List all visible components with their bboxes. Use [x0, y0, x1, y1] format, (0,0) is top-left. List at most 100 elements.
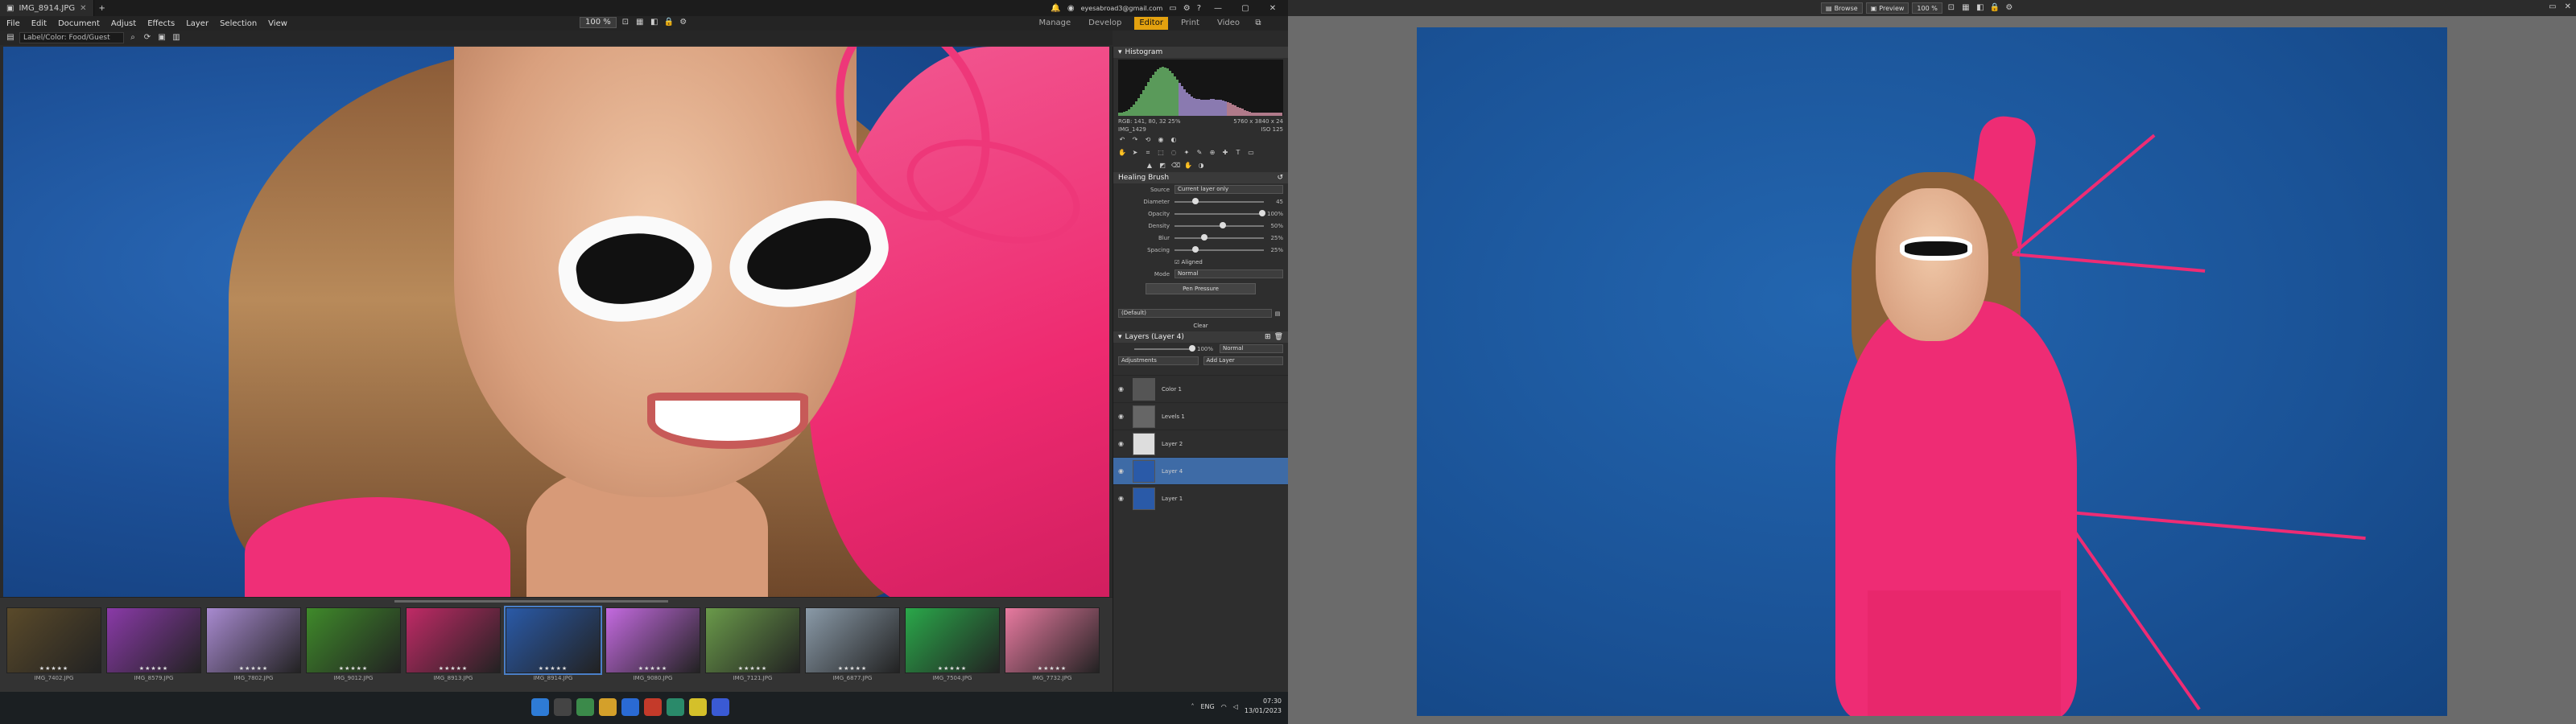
bell-icon[interactable]: 🔔: [1051, 4, 1060, 13]
filmstrip-thumb[interactable]: ★★★★★ IMG_9080.JPG: [605, 607, 700, 688]
compare-icon[interactable]: ◧: [649, 17, 660, 28]
rating-stars[interactable]: ★★★★★: [239, 665, 268, 672]
filmstrip-thumb[interactable]: ★★★★★ IMG_8914.JPG: [504, 606, 602, 688]
eye-icon[interactable]: ◉: [1118, 495, 1126, 502]
photo-app[interactable]: [712, 698, 729, 716]
tab-video[interactable]: Video: [1212, 17, 1245, 30]
filmstrip-thumb[interactable]: ★★★★★ IMG_8579.JPG: [106, 607, 201, 688]
rating-stars[interactable]: ★★★★★: [638, 665, 667, 672]
aligned-checkbox[interactable]: ☑: [1174, 259, 1179, 265]
compare-view-icon[interactable]: ◐: [1170, 136, 1178, 144]
user-icon[interactable]: ◉: [1067, 4, 1075, 13]
add-layer-button[interactable]: Add Layer: [1203, 356, 1283, 365]
preview-button[interactable]: ▣ Preview: [1865, 2, 1909, 14]
maximize-button[interactable]: ▢: [1235, 4, 1256, 13]
tab-develop[interactable]: Develop: [1084, 17, 1126, 30]
collapse-layers-icon[interactable]: ▾: [1118, 333, 1122, 341]
filmstrip-thumb[interactable]: ★★★★★ IMG_7802.JPG: [206, 607, 301, 688]
rating-stars[interactable]: ★★★★★: [738, 665, 767, 672]
fill-tool-icon[interactable]: ▲: [1146, 162, 1154, 170]
source-select[interactable]: Current layer only: [1174, 185, 1283, 194]
blend-select[interactable]: Normal: [1220, 344, 1283, 353]
eye-icon[interactable]: ◉: [1118, 413, 1126, 420]
folder-open-icon[interactable]: ▥: [171, 32, 182, 43]
filmstrip-thumb[interactable]: ★★★★★ IMG_7121.JPG: [705, 607, 800, 688]
dodge-tool-icon[interactable]: ◑: [1197, 162, 1205, 170]
filmstrip-thumb[interactable]: ★★★★★ IMG_8913.JPG: [406, 607, 501, 688]
filmstrip-thumb[interactable]: ★★★★★ IMG_7402.JPG: [6, 607, 101, 688]
close-tab-icon[interactable]: ✕: [80, 4, 86, 13]
start-button[interactable]: [531, 698, 549, 716]
layer-row[interactable]: ◉ Layer 2: [1113, 430, 1288, 457]
collapse-icon[interactable]: ▾: [1118, 48, 1122, 56]
param-slider[interactable]: [1174, 209, 1266, 216]
redo-icon[interactable]: ↷: [1131, 136, 1139, 144]
preview-image[interactable]: [1417, 27, 2447, 716]
lasso-tool-icon[interactable]: ◌: [1170, 149, 1178, 157]
new-layer-icon[interactable]: ⊞: [1265, 333, 1271, 341]
wand-tool-icon[interactable]: ✦: [1183, 149, 1191, 157]
param-value[interactable]: 50%: [1267, 223, 1283, 229]
delete-layer-icon[interactable]: 🗑: [1274, 333, 1283, 341]
menu-layer[interactable]: Layer: [186, 19, 208, 28]
search-app[interactable]: [554, 698, 572, 716]
tab-manage[interactable]: Manage: [1034, 17, 1075, 30]
rating-stars[interactable]: ★★★★★: [838, 665, 867, 672]
eye-icon[interactable]: ◉: [1157, 136, 1165, 144]
layer-opacity[interactable]: 100%: [1197, 346, 1213, 352]
menu-effects[interactable]: Effects: [147, 19, 175, 28]
eraser-tool-icon[interactable]: ⌫: [1171, 162, 1180, 170]
settings-icon[interactable]: ⚙: [2004, 2, 2015, 14]
gradient-tool-icon[interactable]: ◩: [1158, 162, 1166, 170]
help-icon[interactable]: ?: [1197, 4, 1201, 13]
save-preset-icon[interactable]: ▤: [1272, 308, 1283, 319]
viewer-zoom-select[interactable]: 100 %: [1912, 2, 1942, 14]
new-tab-icon[interactable]: +: [94, 4, 110, 13]
menu-file[interactable]: File: [6, 19, 20, 28]
app-icon[interactable]: [576, 698, 594, 716]
histogram-header[interactable]: ▾ Histogram: [1113, 47, 1288, 58]
param-slider[interactable]: [1174, 245, 1264, 253]
folder-icon[interactable]: ▤: [5, 32, 16, 43]
shape-tool-icon[interactable]: ▭: [1247, 149, 1255, 157]
select-tool-icon[interactable]: ⬚: [1157, 149, 1165, 157]
zoom-select[interactable]: 100 %: [580, 17, 617, 28]
grid-icon[interactable]: ▦: [634, 17, 646, 28]
grid-icon[interactable]: ▦: [1960, 2, 1971, 14]
excel-app[interactable]: [667, 698, 684, 716]
browse-button[interactable]: ▤ Browse: [1821, 2, 1863, 14]
menu-adjust[interactable]: Adjust: [111, 19, 136, 28]
rating-stars[interactable]: ★★★★★: [1038, 665, 1067, 672]
filmstrip-thumb[interactable]: ★★★★★ IMG_9012.JPG: [306, 607, 401, 688]
menu-view[interactable]: View: [268, 19, 287, 28]
fit-icon[interactable]: ⊡: [1946, 2, 1957, 14]
menu-selection[interactable]: Selection: [220, 19, 257, 28]
healing-tool-icon[interactable]: ✚: [1221, 149, 1229, 157]
menu-document[interactable]: Document: [58, 19, 100, 28]
crop-tool-icon[interactable]: ⌗: [1144, 149, 1152, 157]
close-button[interactable]: ✕: [1262, 4, 1283, 13]
minimize-button[interactable]: —: [1208, 4, 1228, 13]
volume-icon[interactable]: ◁: [1233, 703, 1238, 710]
rating-stars[interactable]: ★★★★★: [938, 665, 967, 672]
monitor-icon[interactable]: ▭: [1169, 4, 1176, 13]
layer-row[interactable]: ◉ Color 1: [1113, 375, 1288, 402]
eye-icon[interactable]: ◉: [1118, 385, 1126, 393]
lock-icon[interactable]: 🔒: [1989, 2, 2000, 14]
param-slider[interactable]: [1174, 197, 1264, 204]
account-email[interactable]: eyesabroad3@gmail.com: [1081, 5, 1163, 12]
chevron-up-icon[interactable]: ˄: [1191, 703, 1195, 710]
document-tab[interactable]: ▣ IMG_8914.JPG ✕: [0, 0, 94, 16]
external-icon[interactable]: ⧉: [1253, 18, 1264, 29]
rating-stars[interactable]: ★★★★★: [439, 665, 468, 672]
tab-print[interactable]: Print: [1176, 17, 1204, 30]
adjustments-button[interactable]: Adjustments: [1118, 356, 1199, 365]
menu-edit[interactable]: Edit: [31, 19, 47, 28]
search-icon[interactable]: ⌕: [127, 32, 138, 43]
rating-stars[interactable]: ★★★★★: [139, 665, 168, 672]
param-slider[interactable]: [1174, 233, 1264, 241]
param-value[interactable]: 25%: [1267, 247, 1283, 253]
wifi-icon[interactable]: ◠: [1221, 703, 1227, 710]
brush-tool-icon[interactable]: ✎: [1195, 149, 1203, 157]
filmstrip-thumb[interactable]: ★★★★★ IMG_7732.JPG: [1005, 607, 1100, 688]
